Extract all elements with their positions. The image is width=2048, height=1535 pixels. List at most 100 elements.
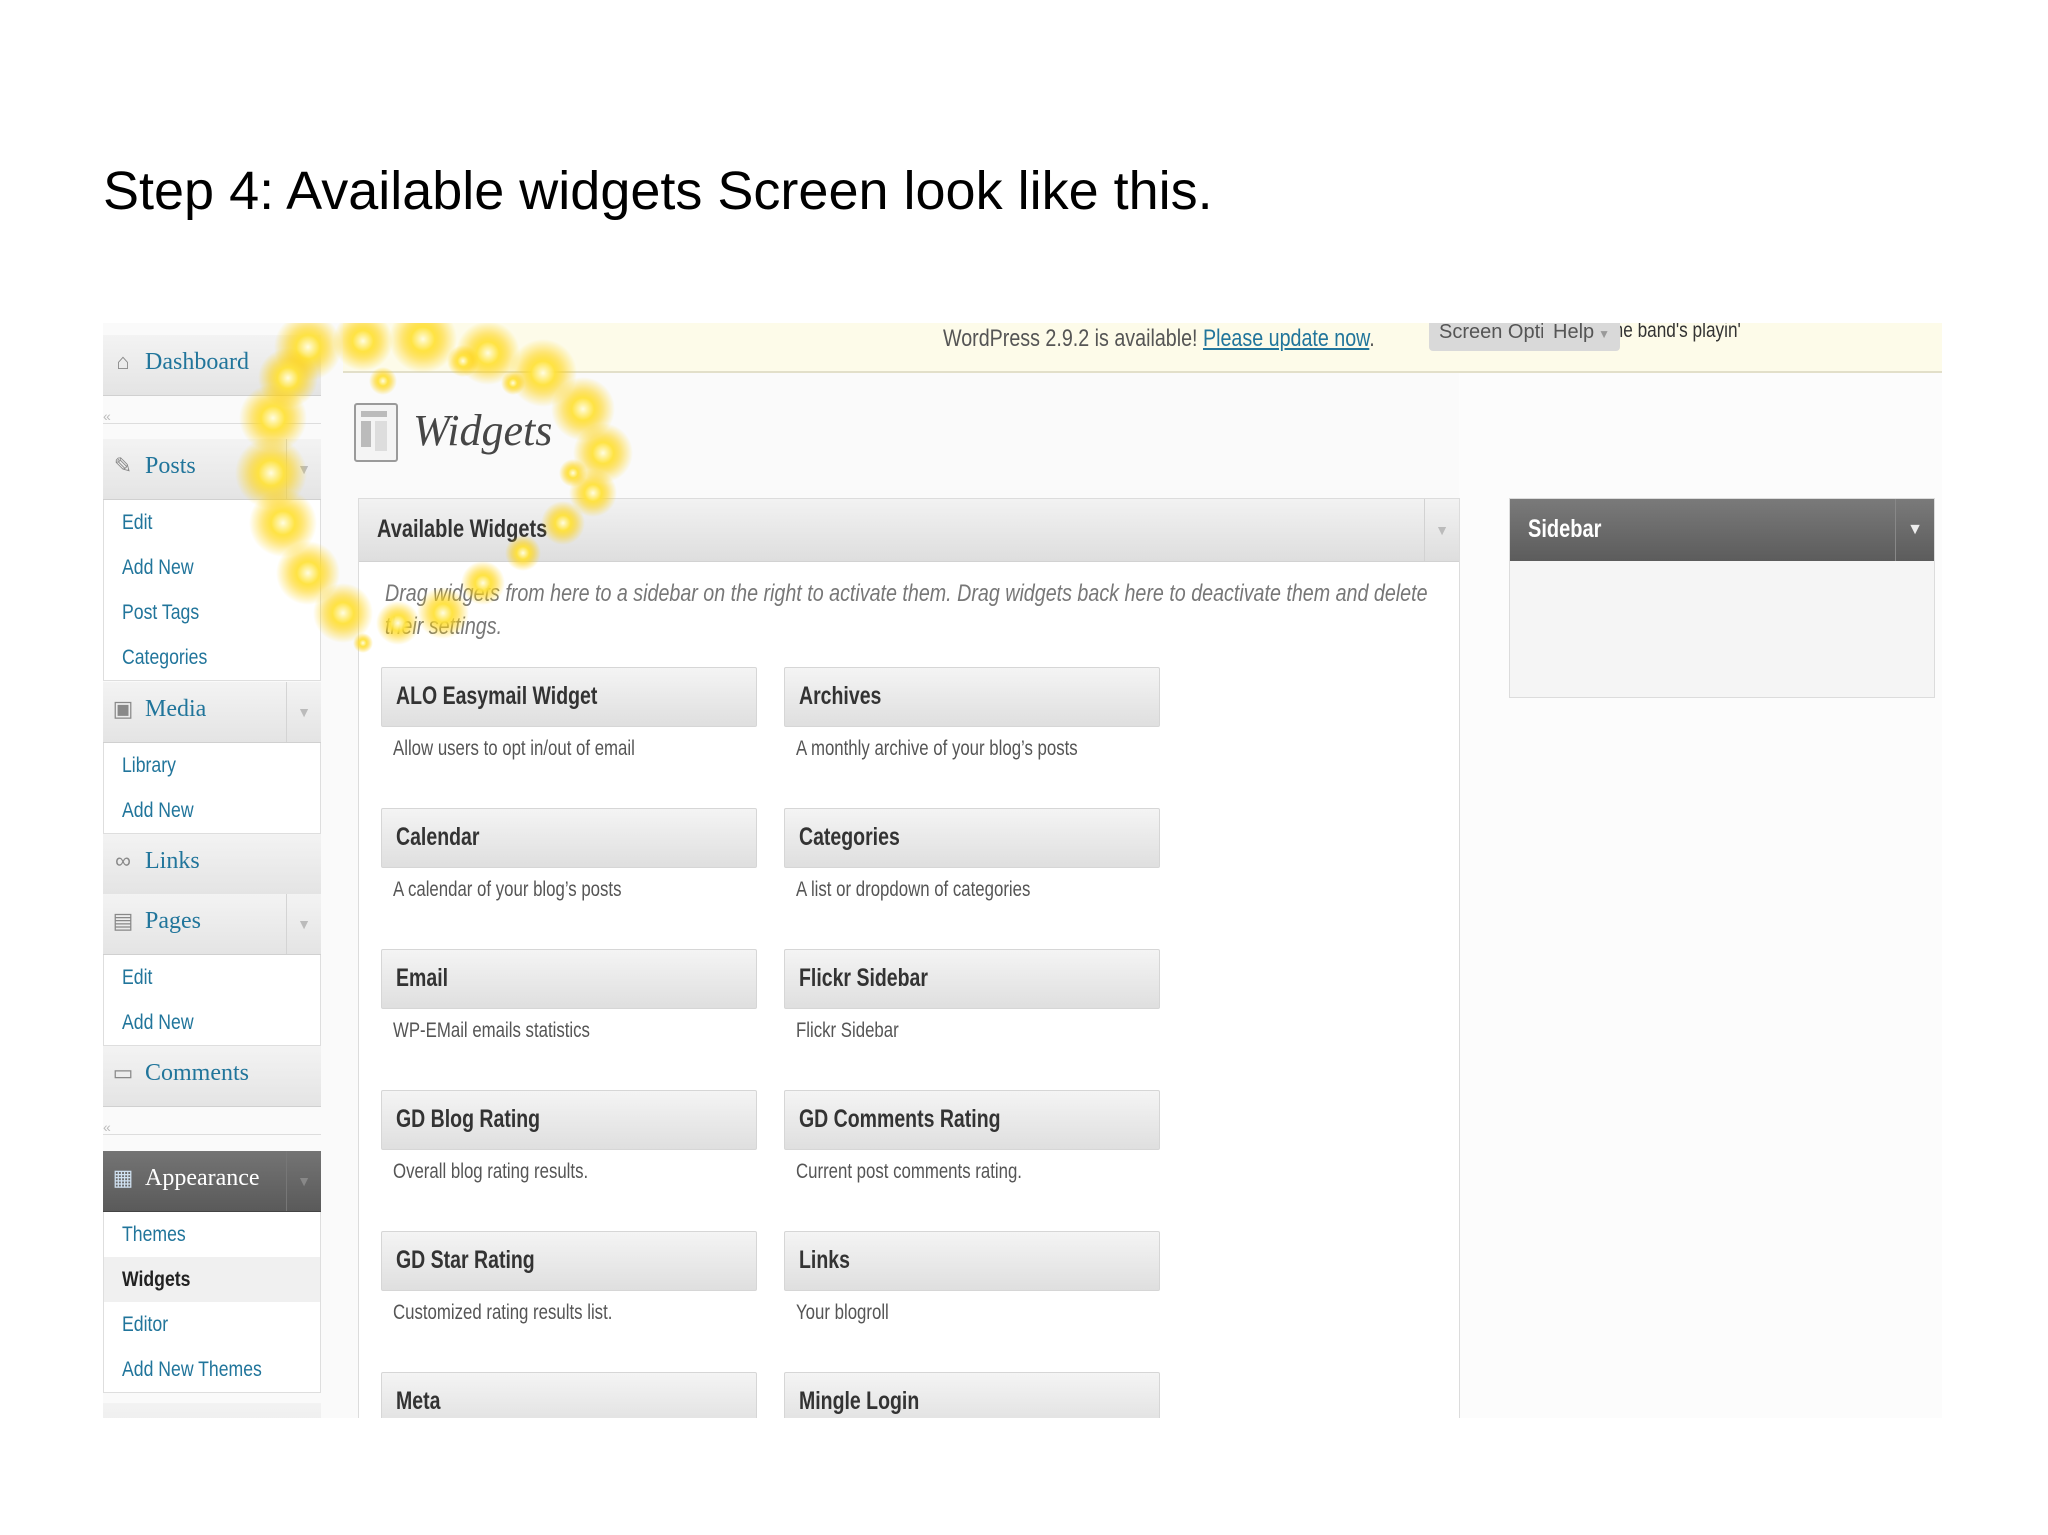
widget-name: GD Star Rating	[396, 1246, 535, 1274]
widget-mingle-login[interactable]: Mingle Login	[784, 1372, 1160, 1418]
widget-gd-comments-rating[interactable]: GD Comments Rating	[784, 1090, 1160, 1150]
submenu-item[interactable]: Add New	[104, 1000, 320, 1045]
update-link[interactable]: Please update now	[1203, 325, 1369, 352]
available-widgets-description: Drag widgets from here to a sidebar on t…	[385, 580, 1428, 640]
available-widgets-title: Available Widgets	[377, 515, 548, 543]
submenu-item[interactable]: Themes	[104, 1212, 320, 1257]
submenu-item-label: Widgets	[122, 1268, 191, 1291]
widget-description: A monthly archive of your blog’s posts	[796, 737, 1078, 760]
submenu-item-label: Add New Themes	[122, 1358, 262, 1381]
submenu-item-label: Add New	[122, 799, 194, 822]
menu-posts[interactable]: ✎ Posts ▼	[103, 439, 321, 500]
widget-links[interactable]: Links	[784, 1231, 1160, 1291]
update-text: WordPress 2.9.2 is available!	[943, 325, 1203, 352]
chevron-down-icon[interactable]: ▼	[1895, 499, 1934, 561]
chevron-down-icon[interactable]: ▼	[1424, 499, 1459, 561]
menu-appearance-label: Appearance	[145, 1165, 260, 1191]
widget-name: GD Blog Rating	[396, 1105, 541, 1133]
widget-flickr-sidebar[interactable]: Flickr Sidebar	[784, 949, 1160, 1009]
widgets-page-icon	[354, 403, 398, 462]
appearance-icon: ▦	[112, 1165, 134, 1190]
menu-collapse-separator[interactable]: «	[103, 409, 321, 424]
chevron-down-icon[interactable]: ▼	[286, 682, 321, 742]
slide-title: Step 4: Available widgets Screen look li…	[103, 161, 1213, 221]
widget-description: Your blogroll	[796, 1301, 889, 1324]
widget-name: Archives	[799, 682, 882, 710]
menu-dashboard-label: Dashboard	[145, 349, 249, 375]
submenu-item-label: Edit	[122, 966, 153, 989]
pages-icon: ▤	[112, 908, 134, 933]
widget-description: Customized rating results list.	[393, 1301, 613, 1324]
submenu-item-current[interactable]: Widgets	[104, 1257, 320, 1302]
widget-calendar[interactable]: Calendar	[381, 808, 757, 868]
submenu-item[interactable]: Editor	[104, 1302, 320, 1347]
menu-appearance[interactable]: ▦ Appearance ▼	[103, 1151, 321, 1212]
submenu-item[interactable]: Categories	[104, 635, 320, 680]
widget-name: GD Comments Rating	[799, 1105, 1001, 1133]
submenu-item[interactable]: Add New Themes	[104, 1347, 320, 1392]
widget-gd-star-rating[interactable]: GD Star Rating	[381, 1231, 757, 1291]
wordpress-screenshot: WordPress 2.9.2 is available! Please upd…	[103, 323, 1942, 1418]
pushpin-icon: ✎	[113, 453, 133, 478]
widget-name: Categories	[799, 823, 900, 851]
pages-submenu: Edit Add New	[103, 955, 321, 1046]
widget-meta[interactable]: Meta	[381, 1372, 757, 1418]
submenu-item-label: Post Tags	[122, 601, 200, 624]
widget-name: Links	[799, 1246, 850, 1274]
chevron-down-icon: ▼	[1598, 327, 1611, 341]
sidebar-widget-area[interactable]: Sidebar ▼	[1509, 498, 1935, 698]
widget-name: ALO Easymail Widget	[396, 682, 598, 710]
chevron-down-icon[interactable]: ▼	[286, 894, 321, 954]
menu-media[interactable]: ▣ Media ▼	[103, 682, 321, 743]
chevron-down-icon[interactable]: ▼	[286, 1151, 321, 1211]
widget-gd-blog-rating[interactable]: GD Blog Rating	[381, 1090, 757, 1150]
menu-collapse-separator[interactable]: «	[103, 1120, 321, 1135]
widget-name: Email	[396, 964, 449, 992]
submenu-item-label: Add New	[122, 1011, 194, 1034]
submenu-item-label: Add New	[122, 556, 194, 579]
submenu-item[interactable]: Post Tags	[104, 590, 320, 635]
comment-icon: ▭	[112, 1060, 134, 1085]
submenu-item[interactable]: Add New	[104, 545, 320, 590]
widget-email[interactable]: Email	[381, 949, 757, 1009]
widget-alo-easymail[interactable]: ALO Easymail Widget	[381, 667, 757, 727]
appearance-submenu: Themes Widgets Editor Add New Themes	[103, 1212, 321, 1393]
widget-description: Current post comments rating.	[796, 1160, 1022, 1183]
submenu-item[interactable]: Edit	[104, 955, 320, 1000]
submenu-item-label: Edit	[122, 511, 153, 534]
widget-description: Allow users to opt in/out of email	[393, 737, 635, 760]
posts-submenu: Edit Add New Post Tags Categories	[103, 500, 321, 681]
menu-links-label: Links	[145, 848, 200, 874]
submenu-item[interactable]: Library	[104, 743, 320, 788]
update-notice: WordPress 2.9.2 is available! Please upd…	[943, 325, 1375, 353]
menu-comments[interactable]: ▭ Comments	[103, 1046, 321, 1107]
widget-description: Overall blog rating results.	[393, 1160, 589, 1183]
widget-name: Flickr Sidebar	[799, 964, 928, 992]
menu-links[interactable]: ∞ Links	[103, 834, 321, 895]
chevron-down-icon[interactable]: ▼	[286, 439, 321, 499]
submenu-item[interactable]: Add New	[104, 788, 320, 833]
submenu-item[interactable]: Edit	[104, 500, 320, 545]
menu-plugins[interactable]: ⚙	[103, 1403, 321, 1418]
menu-pages-label: Pages	[145, 908, 201, 934]
menu-posts-label: Posts	[145, 453, 196, 479]
widget-name: Calendar	[396, 823, 480, 851]
plugin-icon: ⚙	[111, 1417, 135, 1418]
widget-categories[interactable]: Categories	[784, 808, 1160, 868]
link-icon: ∞	[115, 848, 131, 873]
sidebar-header[interactable]: Sidebar ▼	[1510, 499, 1934, 561]
widget-name: Mingle Login	[799, 1387, 920, 1415]
media-submenu: Library Add New	[103, 743, 321, 834]
menu-pages[interactable]: ▤ Pages ▼	[103, 894, 321, 955]
menu-dashboard[interactable]: ⌂ Dashboard	[103, 335, 321, 396]
available-widgets-panel: Available Widgets ▼ Drag widgets from he…	[358, 498, 1460, 1418]
submenu-item-label: Editor	[122, 1313, 169, 1336]
update-suffix: .	[1369, 325, 1375, 352]
available-widgets-header[interactable]: Available Widgets ▼	[359, 499, 1459, 562]
help-button[interactable]: Help ▼	[1543, 323, 1621, 351]
menu-media-label: Media	[145, 696, 207, 722]
update-nag-bar: WordPress 2.9.2 is available! Please upd…	[343, 323, 1942, 373]
widget-archives[interactable]: Archives	[784, 667, 1160, 727]
media-icon: ▣	[112, 696, 134, 721]
widget-description: Flickr Sidebar	[796, 1019, 899, 1042]
